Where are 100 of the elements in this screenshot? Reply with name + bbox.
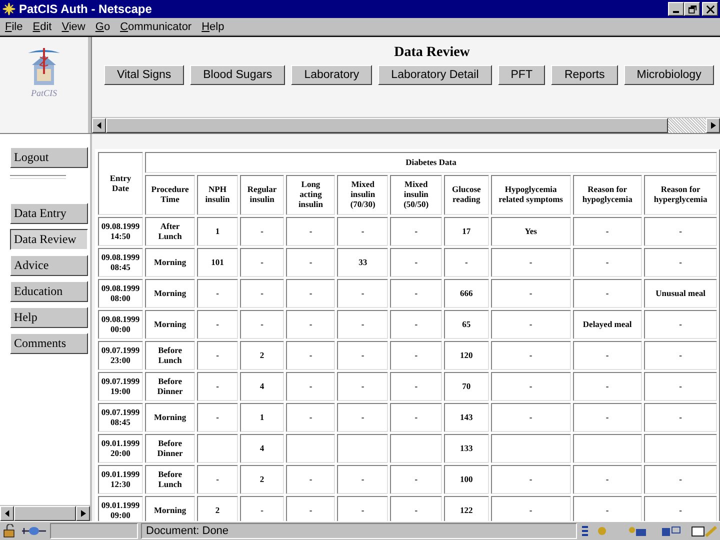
table-cell: -	[337, 403, 388, 432]
table-cell: -	[644, 496, 717, 521]
table-cell: -	[572, 496, 642, 521]
table-cell: -	[390, 248, 442, 277]
table-cell: 1	[197, 217, 238, 246]
sidebar-item[interactable]: Help	[10, 307, 88, 328]
close-button[interactable]	[702, 2, 718, 16]
table-cell: -	[572, 217, 642, 246]
table-cell: -	[390, 465, 442, 494]
minimize-icon	[673, 11, 679, 13]
table-cell: Morning	[144, 496, 196, 521]
table-cell: 33	[337, 248, 388, 277]
close-icon	[706, 4, 714, 14]
table-cell: -	[572, 279, 642, 308]
right-arrow-icon	[80, 510, 86, 517]
table-cell: 2	[240, 465, 284, 494]
nav-button[interactable]: Laboratory Detail	[378, 65, 492, 85]
table-cell: -	[644, 248, 717, 277]
table-cell: -	[197, 341, 238, 370]
table-cell: -	[572, 403, 642, 432]
table-cell: -	[240, 248, 284, 277]
table-cell: -	[197, 372, 238, 401]
table-cell: -	[572, 341, 642, 370]
connection-icon[interactable]	[21, 525, 47, 537]
column-header: Reason for hypoglycemia	[572, 175, 642, 215]
nav-button[interactable]: Laboratory	[291, 65, 372, 85]
scrollbar-thumb[interactable]	[14, 506, 76, 521]
table-cell: -	[286, 372, 336, 401]
menu-item[interactable]: Go	[95, 20, 110, 32]
table-cell: 09.07.1999 08:45	[98, 403, 143, 432]
table-cell: -	[644, 341, 717, 370]
table-cell: -	[337, 310, 388, 339]
table-cell: -	[240, 310, 284, 339]
table-cell: -	[491, 341, 571, 370]
table-cell: -	[390, 341, 442, 370]
table-cell: 4	[240, 434, 284, 463]
table-cell: 09.08.1999 08:45	[98, 248, 143, 277]
table-cell: 120	[444, 341, 490, 370]
column-header: Mixed insulin (50/50)	[390, 175, 442, 215]
nav-button[interactable]: Vital Signs	[104, 65, 184, 85]
column-header: Entry Date	[98, 152, 143, 215]
table-cell: Morning	[144, 279, 196, 308]
table-cell: -	[390, 279, 442, 308]
restore-icon	[688, 4, 696, 14]
menu-item[interactable]: Communicator	[120, 20, 192, 32]
table-cell: 09.08.1999 00:00	[98, 310, 143, 339]
page-title: Data Review	[394, 45, 470, 61]
sidebar-item[interactable]: Education	[10, 281, 88, 302]
table-cell: -	[390, 372, 442, 401]
table-cell: -	[491, 248, 571, 277]
nav-button[interactable]: PFT	[498, 65, 546, 85]
menu-item[interactable]: Edit	[32, 20, 52, 32]
restore-button[interactable]	[684, 2, 700, 16]
table-cell: -	[491, 496, 571, 521]
table-cell: -	[337, 279, 388, 308]
column-header: Regular insulin	[240, 175, 284, 215]
left-arrow-icon	[96, 122, 102, 129]
column-header: NPH insulin	[197, 175, 238, 215]
horizontal-scrollbar[interactable]	[92, 117, 720, 133]
table-cell: 70	[444, 372, 490, 401]
column-header: Long acting insulin	[286, 175, 336, 215]
table-cell: -	[286, 496, 336, 521]
table-cell: -	[572, 372, 642, 401]
table-cell: 101	[197, 248, 238, 277]
table-cell: 4	[240, 372, 284, 401]
table-cell: 09.08.1999 08:00	[98, 279, 143, 308]
menu-item[interactable]: Help	[202, 20, 224, 32]
table-cell: 133	[444, 434, 490, 463]
nav-button[interactable]: Reports	[551, 65, 618, 85]
logout-button[interactable]: Logout	[10, 147, 88, 168]
column-header: Mixed insulin (70/30)	[337, 175, 388, 215]
table-cell: -	[286, 341, 336, 370]
scrollbar-thumb[interactable]	[106, 118, 668, 133]
menu-item[interactable]: View	[62, 20, 86, 32]
table-cell: Yes	[491, 217, 571, 246]
table-cell: -	[491, 310, 571, 339]
table-cell: -	[444, 248, 490, 277]
nav-button[interactable]: Microbiology	[624, 65, 714, 85]
table-cell: -	[337, 496, 388, 521]
table-cell: -	[286, 403, 336, 432]
table-cell: -	[197, 279, 238, 308]
minimize-button[interactable]	[668, 2, 684, 16]
sidebar-item[interactable]: Comments	[10, 333, 88, 354]
sidebar-item[interactable]: Data Review	[10, 229, 88, 250]
table-cell: -	[240, 217, 284, 246]
table-cell: -	[491, 403, 571, 432]
table-cell: -	[197, 310, 238, 339]
component-bar-icon[interactable]	[580, 524, 720, 538]
horizontal-scrollbar[interactable]	[0, 505, 90, 521]
sidebar-item[interactable]: Advice	[10, 255, 88, 276]
table-cell: 17	[444, 217, 490, 246]
table-cell: -	[286, 465, 336, 494]
sidebar-item[interactable]: Data Entry	[10, 203, 88, 224]
nav-button[interactable]: Blood Sugars	[190, 65, 286, 85]
table-cell: 09.01.1999 20:00	[98, 434, 143, 463]
table-cell: 100	[444, 465, 490, 494]
menu-item[interactable]: File	[5, 20, 23, 32]
column-header: Glucose reading	[444, 175, 490, 215]
table-cell: Unusual meal	[644, 279, 717, 308]
table-cell: 122	[444, 496, 490, 521]
